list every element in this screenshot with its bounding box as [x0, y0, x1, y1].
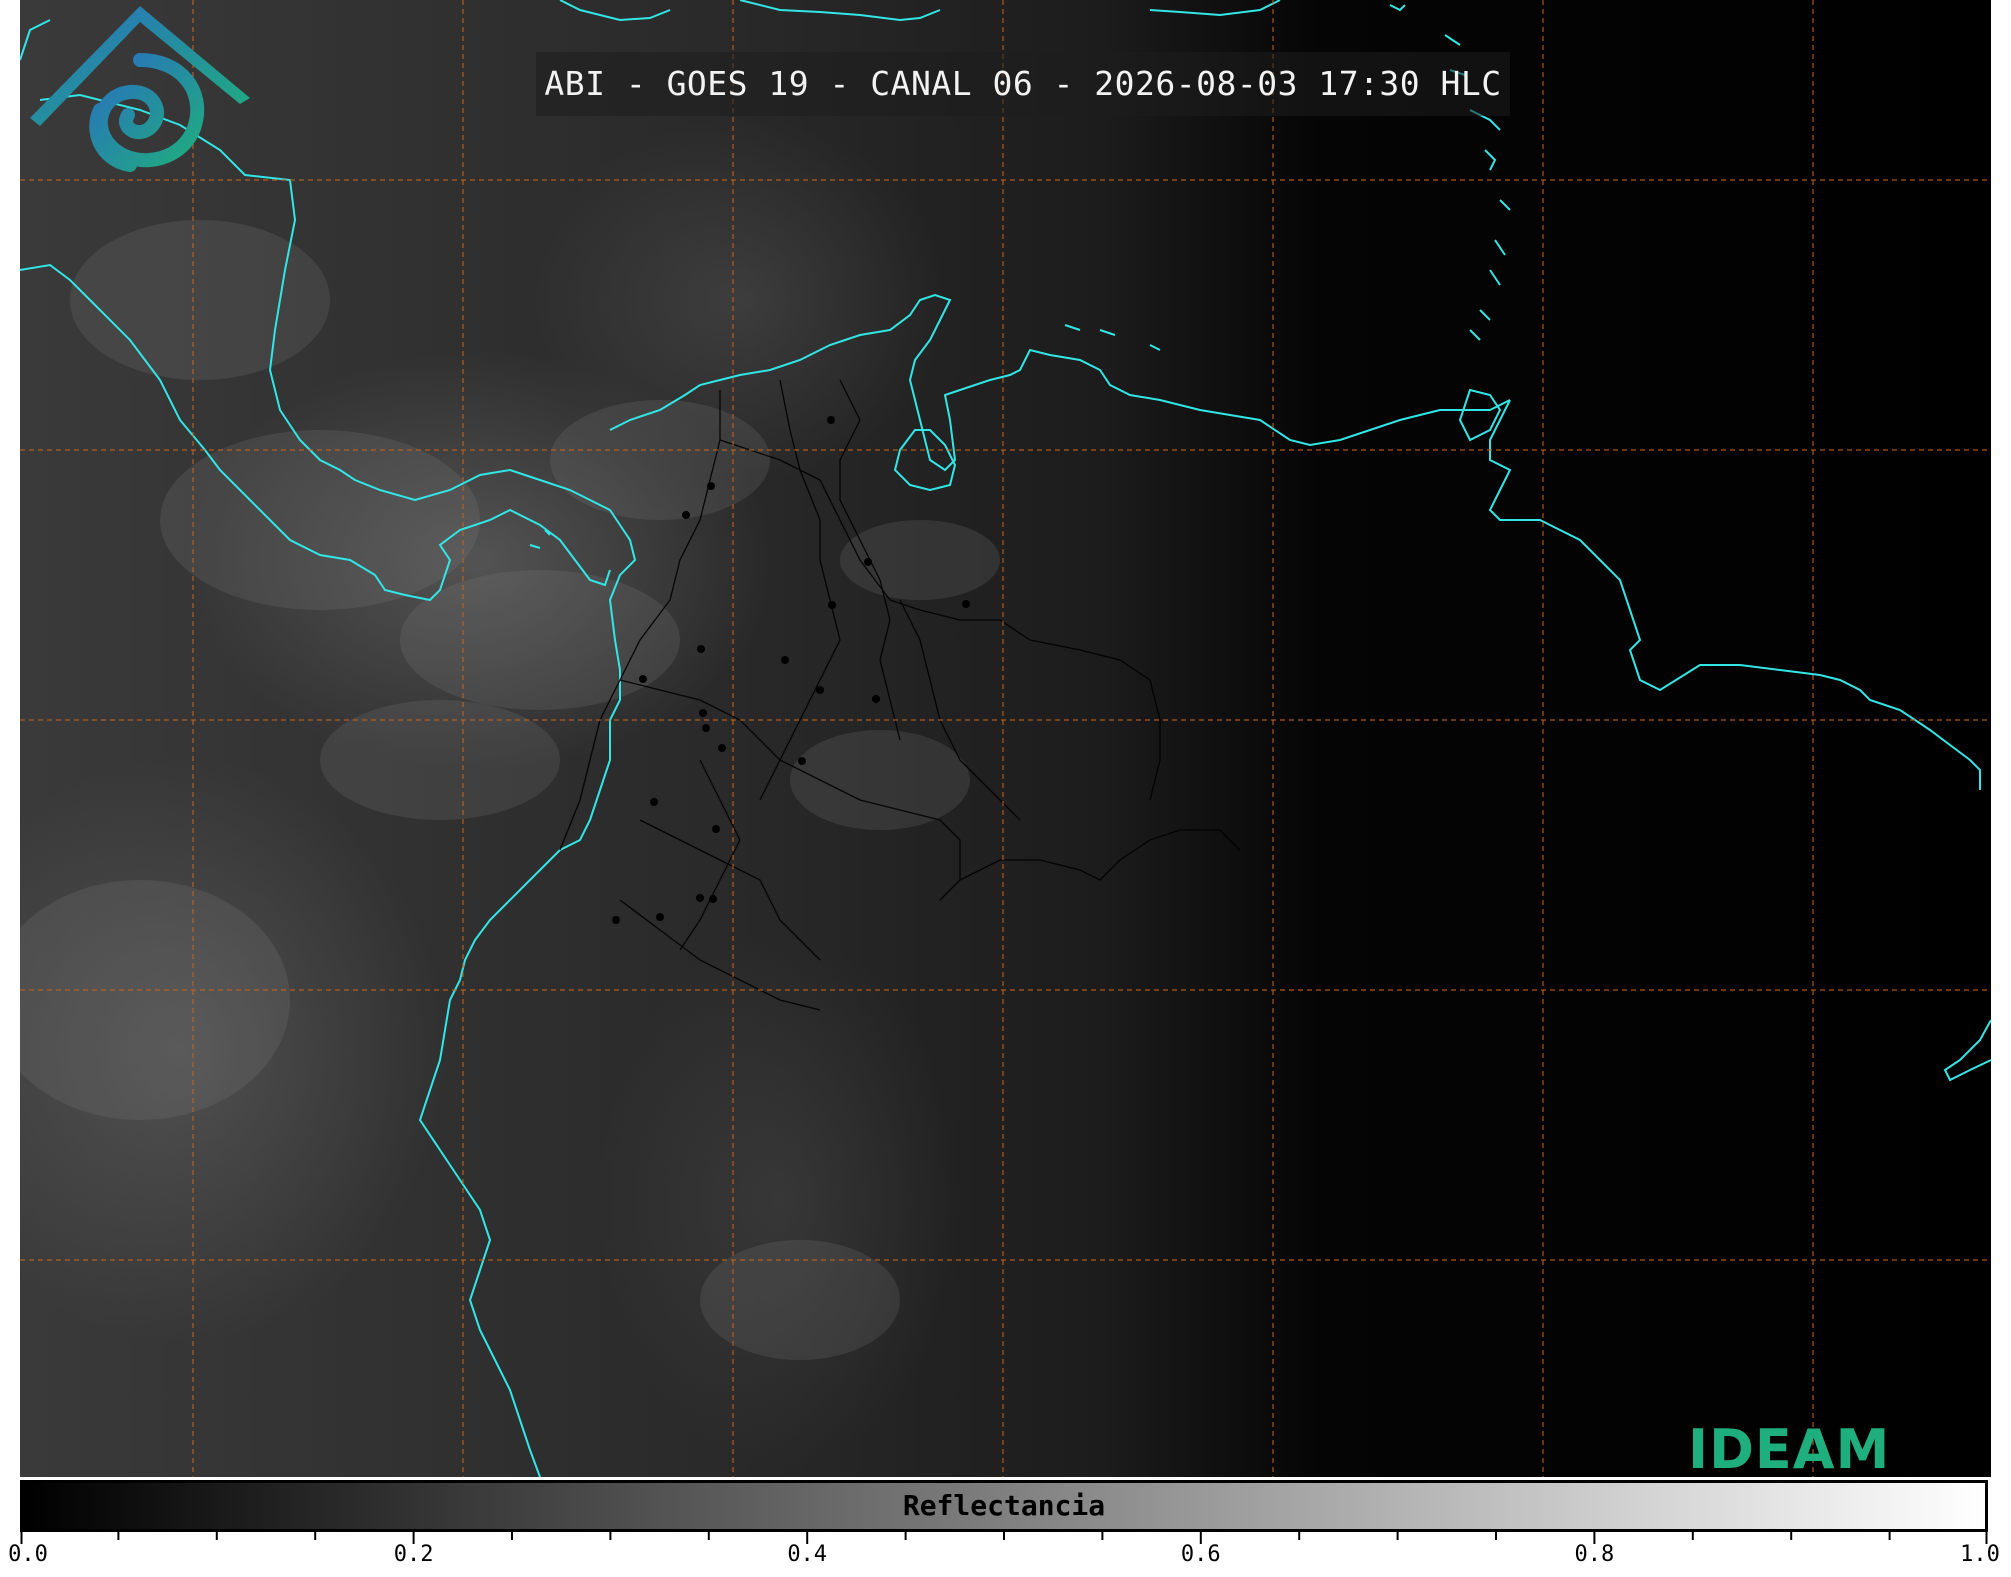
colorbar-tick-label: 1.0 [1960, 1542, 2000, 1567]
colorbar-tick-label: 0.4 [787, 1542, 828, 1567]
island-puerto-rico [1389, 4, 1406, 12]
colorbar-tick-marks [20, 1532, 1988, 1544]
colorbar-ticks: 0.0 0.2 0.4 0.6 0.8 1.0 [8, 1532, 2000, 1577]
colorbar-label: Reflectancia [902, 1489, 1106, 1522]
colorbar: Reflectancia [20, 1480, 1988, 1532]
island-aruba-curacao [1064, 324, 1161, 351]
colorbar-tick-label: 0.2 [393, 1542, 434, 1567]
island-san-andres [529, 529, 551, 549]
colorbar-tick-label: 0.6 [1180, 1542, 1221, 1567]
logo-swirl-icon [89, 53, 205, 172]
cloud-texture [20, 220, 1000, 1360]
colorbar-tick-label: 0.0 [8, 1542, 48, 1567]
map-canvas [20, 0, 1991, 1477]
ideam-logo [30, 6, 250, 172]
coastline [20, 0, 1991, 1477]
graticule [20, 0, 1991, 1477]
ideam-logo-text: IDEAM [1688, 1418, 1891, 1481]
island-cuba [559, 0, 941, 22]
coastline-venezuela-east [1488, 399, 1981, 790]
image-title: ABI - GOES 19 - CANAL 06 - 2026-08-03 17… [536, 52, 1510, 116]
island-hispaniola [1149, 0, 1281, 17]
coastline-brazil-east [1943, 1019, 1991, 1082]
colorbar-tick-label: 0.8 [1574, 1542, 1615, 1567]
satellite-map [20, 0, 1991, 1477]
